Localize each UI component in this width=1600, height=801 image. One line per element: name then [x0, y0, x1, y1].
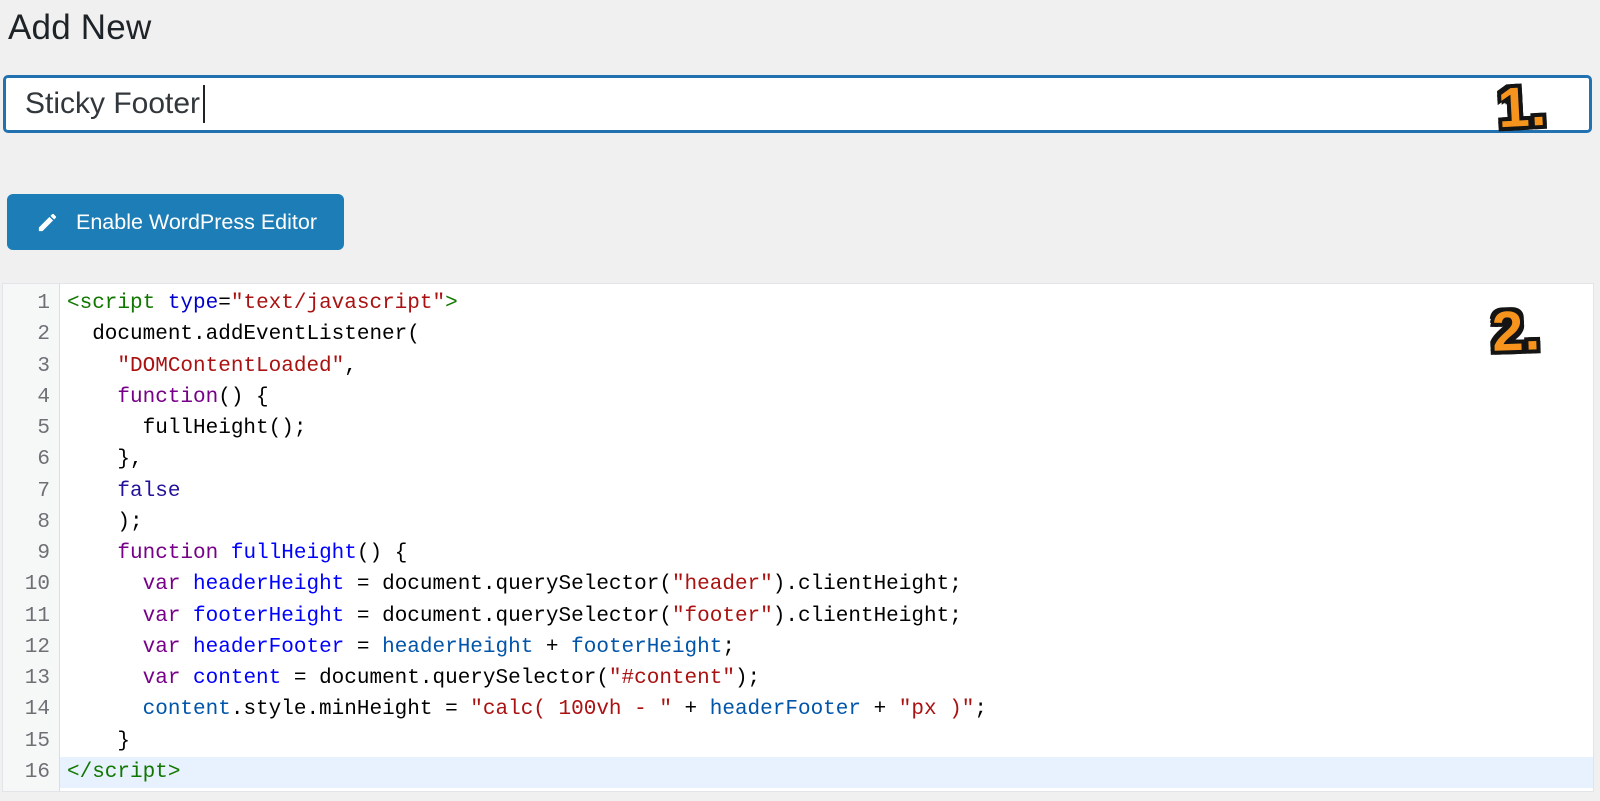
code-line[interactable]: 1 <script type="text/javascript"> [3, 288, 1593, 319]
line-number: 11 [24, 604, 50, 628]
line-number: 13 [24, 667, 50, 690]
code-line[interactable]: 8 ); [3, 507, 1593, 538]
line-number: 14 [24, 698, 50, 722]
line-number: 5 [37, 417, 50, 440]
enable-editor-button-label: Enable WordPress Editor [76, 209, 317, 234]
code-line[interactable]: 6 }, [3, 444, 1593, 475]
code-line-text[interactable]: var content = document.querySelector("#c… [60, 663, 1593, 694]
line-number: 12 [24, 635, 50, 659]
code-line-text[interactable]: var headerFooter = headerHeight + footer… [60, 632, 1593, 663]
snippet-title-value: Sticky Footer [25, 87, 201, 120]
code-line-text[interactable]: var headerHeight = document.querySelecto… [60, 569, 1593, 600]
line-number: 2 [37, 323, 50, 347]
line-number: 3 [37, 354, 50, 378]
code-line[interactable]: 7 false [3, 476, 1593, 507]
code-line[interactable]: 3 "DOMContentLoaded", [3, 351, 1593, 382]
text-caret [203, 85, 206, 123]
code-editor-lines[interactable]: 1 <script type="text/javascript"> 2 docume… [3, 284, 1593, 791]
code-line[interactable]: 5 fullHeight(); [3, 413, 1593, 444]
code-line[interactable]: 11 var footerHeight = document.querySele… [3, 601, 1593, 632]
code-line[interactable]: 9 function fullHeight() { [3, 538, 1593, 569]
line-number: 4 [37, 385, 50, 409]
code-line-text[interactable]: }, [60, 444, 1593, 475]
line-number: 1 [37, 292, 50, 315]
code-line-text[interactable]: </script> [60, 756, 1593, 788]
code-line-text[interactable]: function() { [60, 382, 1593, 413]
enable-wordpress-editor-button[interactable]: Enable WordPress Editor [7, 194, 344, 250]
code-line[interactable]: 4 function() { [3, 382, 1593, 413]
code-line-text[interactable]: content.style.minHeight = "calc( 100vh -… [60, 694, 1593, 725]
code-line[interactable]: 13 var content = document.querySelector(… [3, 663, 1593, 694]
code-line[interactable]: 2 document.addEventListener( [3, 319, 1593, 350]
code-line-text[interactable]: } [60, 726, 1593, 757]
code-line[interactable]: 16 </script> [3, 756, 1593, 788]
code-line[interactable]: 12 var headerFooter = headerHeight + foo… [3, 632, 1593, 663]
code-line[interactable]: 15 } [3, 726, 1593, 757]
pencil-icon [36, 211, 59, 234]
line-number: 15 [24, 729, 50, 753]
page-title: Add New [8, 8, 152, 47]
code-line-text[interactable]: "DOMContentLoaded", [60, 351, 1593, 382]
code-line-text[interactable]: <script type="text/javascript"> [60, 288, 1593, 319]
code-editor[interactable]: 1 <script type="text/javascript"> 2 docume… [2, 283, 1594, 792]
code-line-text[interactable]: document.addEventListener( [60, 319, 1593, 350]
line-number: 10 [24, 573, 50, 597]
code-line-text[interactable]: var footerHeight = document.querySelecto… [60, 601, 1593, 632]
code-line-text[interactable]: fullHeight(); [60, 413, 1593, 444]
code-line-text[interactable]: function fullHeight() { [60, 538, 1593, 569]
line-number: 6 [37, 448, 50, 472]
line-number: 9 [37, 542, 50, 565]
code-line-text[interactable]: ); [60, 507, 1593, 538]
code-line[interactable]: 10 var headerHeight = document.querySele… [3, 569, 1593, 600]
snippet-title-input[interactable]: Sticky Footer [3, 75, 1592, 133]
line-number: 8 [37, 510, 50, 534]
line-number: 16 [24, 760, 50, 784]
line-number: 7 [37, 479, 50, 503]
code-line[interactable]: 14 content.style.minHeight = "calc( 100v… [3, 694, 1593, 725]
code-line-text[interactable]: false [60, 476, 1593, 507]
